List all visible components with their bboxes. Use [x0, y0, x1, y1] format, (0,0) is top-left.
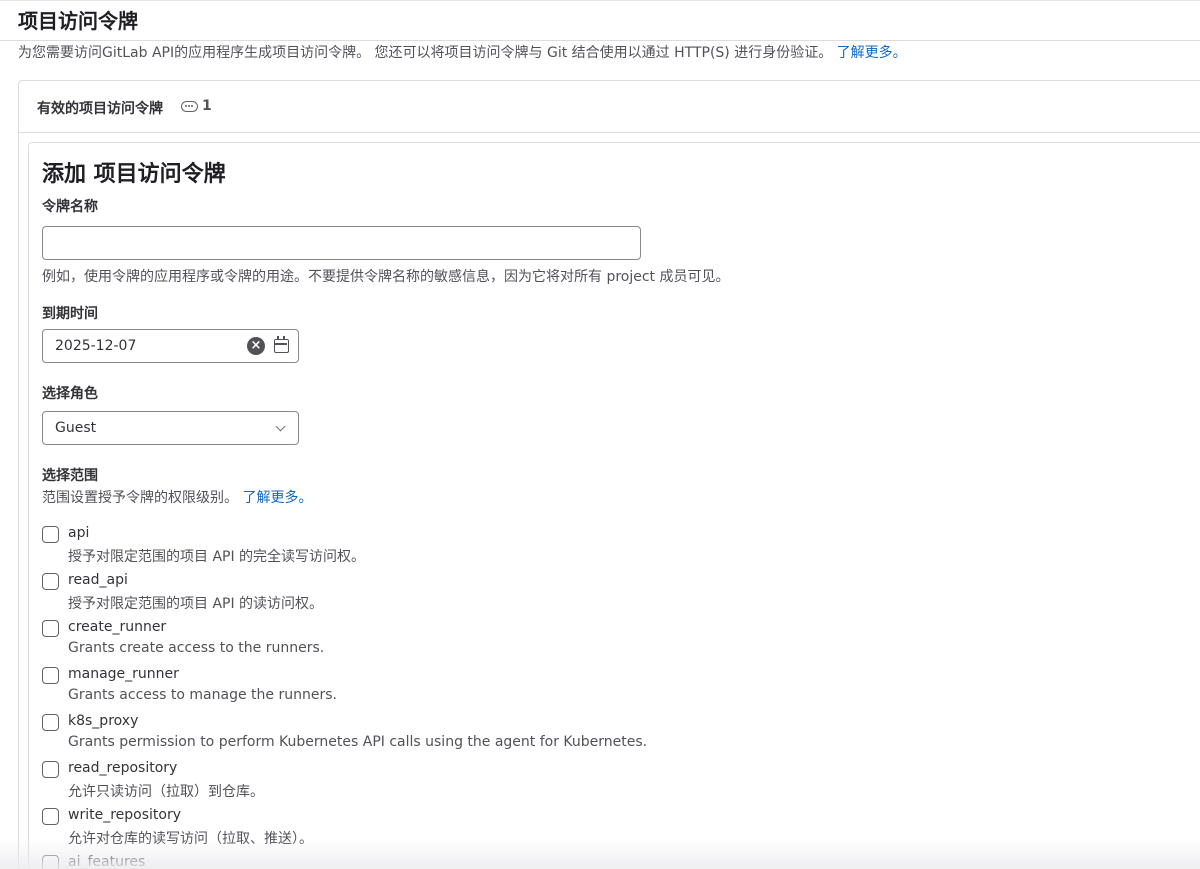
scope-checkbox-read-repository[interactable] — [42, 761, 59, 778]
scope-description: 授予对限定范围的项目 API 的读访问权。 — [68, 596, 324, 612]
scope-item-manage-runner: manage_runner Grants access to manage th… — [42, 666, 942, 710]
scope-description: Grants access to manage the runners. — [68, 687, 337, 703]
active-tokens-count-value: 1 — [202, 98, 212, 114]
chevron-down-icon — [275, 421, 286, 432]
role-selected-value: Guest — [55, 420, 97, 436]
scope-name[interactable]: api — [68, 525, 89, 541]
scope-checkbox-create-runner[interactable] — [42, 620, 59, 637]
role-label: 选择角色 — [42, 386, 98, 402]
token-name-label: 令牌名称 — [42, 199, 98, 215]
learn-more-link[interactable]: 了解更多。 — [837, 45, 907, 61]
scope-checkbox-ai-features[interactable] — [42, 855, 59, 869]
scope-item-create-runner: create_runner Grants create access to th… — [42, 619, 942, 663]
scope-checkbox-k8s-proxy[interactable] — [42, 714, 59, 731]
scope-item-read-api: read_api 授予对限定范围的项目 API 的读访问权。 — [42, 572, 942, 616]
scope-name[interactable]: manage_runner — [68, 666, 179, 682]
scope-description: 授予对限定范围的项目 API 的完全读写访问权。 — [68, 549, 366, 565]
scope-name[interactable]: k8s_proxy — [68, 713, 138, 729]
active-tokens-count: 1 — [181, 98, 212, 114]
scope-description: 允许对仓库的读写访问（拉取、推送）。 — [68, 831, 313, 847]
title-divider — [0, 40, 1200, 41]
expiration-date-input[interactable]: 2025-12-07 × — [42, 329, 299, 363]
scope-checkbox-read-api[interactable] — [42, 573, 59, 590]
page-description-text: 为您需要访问GitLab API的应用程序生成项目访问令牌。 您还可以将项目访问… — [18, 45, 833, 61]
scopes-label: 选择范围 — [42, 468, 98, 484]
scope-checkbox-write-repository[interactable] — [42, 808, 59, 825]
token-name-help: 例如，使用令牌的应用程序或令牌的用途。不要提供令牌名称的敏感信息，因为它将对所有… — [42, 269, 730, 285]
scope-checkbox-api[interactable] — [42, 526, 59, 543]
calendar-icon[interactable] — [274, 336, 289, 353]
scope-name[interactable]: create_runner — [68, 619, 166, 635]
scope-checkbox-manage-runner[interactable] — [42, 667, 59, 684]
scope-item-write-repository: write_repository 允许对仓库的读写访问（拉取、推送）。 — [42, 807, 942, 851]
scope-name[interactable]: ai_features — [68, 854, 145, 869]
token-name-input[interactable] — [42, 226, 641, 260]
scope-name[interactable]: read_repository — [68, 760, 177, 776]
scope-name[interactable]: read_api — [68, 572, 128, 588]
scope-name[interactable]: write_repository — [68, 807, 181, 823]
active-tokens-header[interactable]: 有效的项目访问令牌 1 — [19, 81, 1200, 133]
clear-icon[interactable]: × — [247, 337, 265, 355]
scope-item-ai-features: ai_features — [42, 854, 942, 869]
expiration-label: 到期时间 — [42, 306, 98, 322]
scopes-help-text: 范围设置授予令牌的权限级别。 — [42, 490, 238, 506]
scope-description: Grants create access to the runners. — [68, 640, 325, 656]
scope-description: Grants permission to perform Kubernetes … — [68, 734, 648, 750]
form-title: 添加 项目访问令牌 — [42, 162, 226, 187]
page-description: 为您需要访问GitLab API的应用程序生成项目访问令牌。 您还可以将项目访问… — [18, 42, 907, 62]
role-select[interactable]: Guest — [42, 411, 299, 445]
scope-item-read-repository: read_repository 允许只读访问（拉取）到仓库。 — [42, 760, 942, 804]
top-divider — [0, 0, 1200, 1]
expiration-date-value: 2025-12-07 — [55, 338, 137, 354]
scope-item-k8s-proxy: k8s_proxy Grants permission to perform K… — [42, 713, 942, 757]
scopes-help: 范围设置授予令牌的权限级别。 了解更多。 — [42, 487, 312, 507]
add-token-form: 添加 项目访问令牌 令牌名称 例如，使用令牌的应用程序或令牌的用途。不要提供令牌… — [28, 142, 1200, 869]
page-title: 项目访问令牌 — [18, 9, 138, 33]
active-tokens-title: 有效的项目访问令牌 — [37, 101, 163, 117]
project-access-tokens-page: 项目访问令牌 为您需要访问GitLab API的应用程序生成项目访问令牌。 您还… — [0, 0, 1200, 869]
token-icon — [181, 100, 198, 112]
scope-item-api: api 授予对限定范围的项目 API 的完全读写访问权。 — [42, 525, 942, 569]
scopes-learn-more-link[interactable]: 了解更多。 — [242, 490, 312, 506]
scope-description: 允许只读访问（拉取）到仓库。 — [68, 784, 264, 800]
